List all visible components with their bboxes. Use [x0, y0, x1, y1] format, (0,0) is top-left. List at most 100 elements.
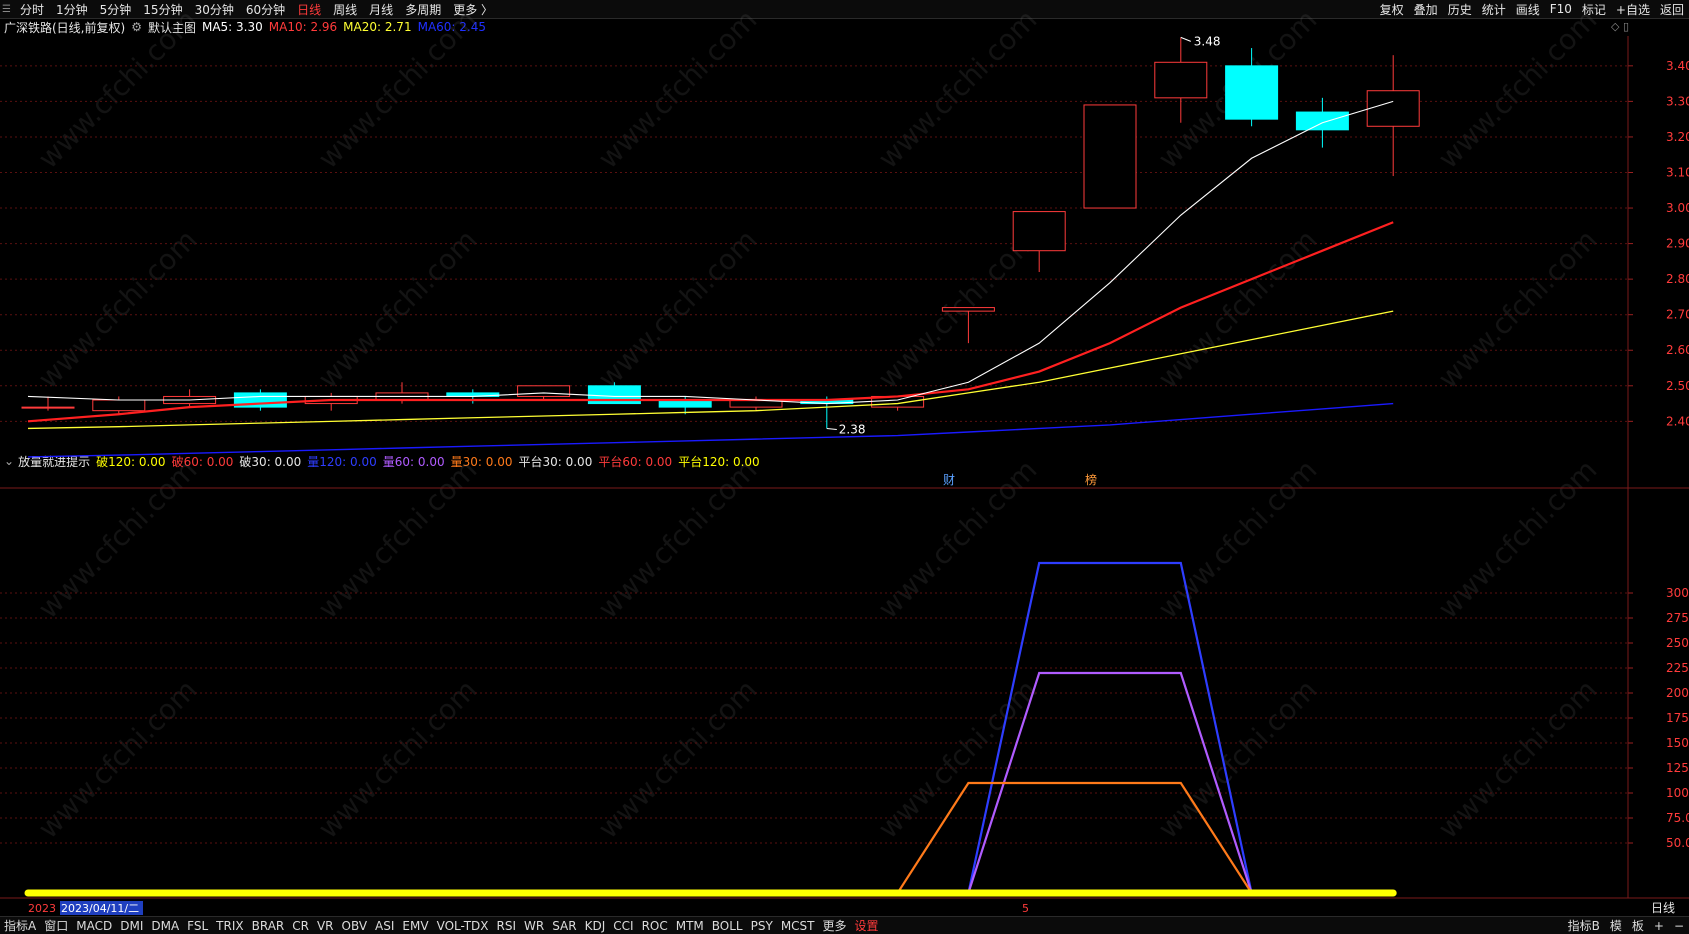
- price-tick-label: 3.10: [1666, 165, 1689, 179]
- candle-body-down: [1225, 65, 1279, 120]
- indicator-tab-3[interactable]: DMI: [116, 919, 147, 933]
- indicator-tabs: 指标A 窗口 MACD DMI DMA FSL TRIX BRAR CR VR OBV ASI EMV V…: [0, 917, 883, 934]
- bang-marker[interactable]: 榜: [1085, 472, 1097, 487]
- candle-body-up: [1083, 104, 1137, 209]
- indicator-tick-label: 250.0: [1666, 636, 1689, 650]
- high-price-label: 3.48: [1194, 34, 1221, 48]
- bottom-right-tab-3[interactable]: +: [1649, 919, 1669, 933]
- indicator-tick-label: 125.0: [1666, 761, 1689, 775]
- indicator-tab-7[interactable]: BRAR: [248, 919, 289, 933]
- indicator-tick-label: 275.0: [1666, 611, 1689, 625]
- indicator-tab-24[interactable]: 更多: [819, 917, 851, 934]
- cai-marker[interactable]: 财: [943, 473, 955, 487]
- watermark-text: www.cfchi.com: [592, 673, 764, 845]
- indicator-tab-23[interactable]: MCST: [777, 919, 819, 933]
- watermark-text: www.cfchi.com: [312, 673, 484, 845]
- bottom-right-tab-0[interactable]: 指标B: [1563, 917, 1605, 934]
- indicator-tick-label: 150.0: [1666, 736, 1689, 750]
- watermark-text: www.cfchi.com: [592, 223, 764, 395]
- indicator-tick-label: 50.0: [1666, 836, 1689, 850]
- candle-body-up: [1012, 211, 1066, 252]
- price-tick-label: 2.90: [1666, 237, 1689, 251]
- indicator-tab-12[interactable]: EMV: [398, 919, 432, 933]
- watermark-text: www.cfchi.com: [1432, 673, 1604, 845]
- indicator-tab-21[interactable]: BOLL: [708, 919, 747, 933]
- price-tick-label: 2.70: [1666, 308, 1689, 322]
- watermark-text: www.cfchi.com: [1432, 223, 1604, 395]
- candle-body-up: [1366, 90, 1420, 127]
- bottom-right-tab-4[interactable]: −: [1669, 919, 1689, 933]
- price-tick-label: 3.30: [1666, 94, 1689, 108]
- high-marker: [1180, 36, 1191, 42]
- watermark-text: www.cfchi.com: [872, 673, 1044, 845]
- period-label: 日线: [1651, 901, 1675, 915]
- price-tick-label: 2.80: [1666, 272, 1689, 286]
- bottom-indicator-bar: 指标A 窗口 MACD DMI DMA FSL TRIX BRAR CR VR OBV ASI EMV V…: [0, 916, 1689, 934]
- bottom-right-tab-1[interactable]: 模: [1605, 917, 1627, 934]
- indicator-tab-15[interactable]: WR: [520, 919, 548, 933]
- indicator-tab-17[interactable]: KDJ: [581, 919, 610, 933]
- indicator-tab-8[interactable]: CR: [288, 919, 313, 933]
- indicator-tab-11[interactable]: ASI: [371, 919, 398, 933]
- month-marker: 5: [1022, 902, 1029, 915]
- indicator-tab-25[interactable]: 设置: [851, 917, 883, 934]
- indicator-tab-22[interactable]: PSY: [747, 919, 777, 933]
- price-tick-label: 2.40: [1666, 414, 1689, 428]
- price-tick-label: 3.00: [1666, 201, 1689, 215]
- indicator-tab-14[interactable]: RSI: [493, 919, 521, 933]
- indicator-tick-label: 300.0: [1666, 586, 1689, 600]
- indicator-tab-19[interactable]: ROC: [638, 919, 672, 933]
- candle-body-up: [1154, 61, 1208, 99]
- indicator-tab-5[interactable]: FSL: [183, 919, 212, 933]
- indicator-tick-label: 200.0: [1666, 686, 1689, 700]
- watermark-text: www.cfchi.com: [312, 453, 484, 625]
- indicator-tick-label: 225.0: [1666, 661, 1689, 675]
- indicator-tab-9[interactable]: VR: [313, 919, 338, 933]
- candle-body-up: [517, 385, 571, 397]
- indicator-axis: 50.0 75.0 100.0 125.0 150.0 175.0 200.0 225.0 25…: [1628, 586, 1689, 850]
- indicator-tab-20[interactable]: MTM: [672, 919, 708, 933]
- indicator-tab-2[interactable]: MACD: [72, 919, 116, 933]
- watermark-text: www.cfchi.com: [312, 223, 484, 395]
- price-tick-label: 3.40: [1666, 59, 1689, 73]
- price-tick-label: 2.60: [1666, 343, 1689, 357]
- watermark-text: www.cfchi.com: [312, 3, 484, 175]
- watermark-text: www.cfchi.com: [592, 453, 764, 625]
- indicator-tick-label: 175.0: [1666, 711, 1689, 725]
- watermark-text: www.cfchi.com: [872, 453, 1044, 625]
- chart-canvas: www.cfchi.com www.cfchi.com www.cfchi.com w…: [0, 3, 1689, 915]
- indicator-tab-18[interactable]: CCI: [609, 919, 637, 933]
- watermark: www.cfchi.com www.cfchi.com www.cfchi.com w…: [32, 3, 1604, 845]
- bottom-right-tab-2[interactable]: 板: [1627, 917, 1649, 934]
- indicator-tab-1[interactable]: 窗口: [40, 917, 72, 934]
- candle-body-up: [21, 406, 75, 409]
- watermark-text: www.cfchi.com: [32, 673, 204, 845]
- watermark-text: www.cfchi.com: [872, 3, 1044, 175]
- candle-body-down: [1295, 111, 1349, 131]
- indicator-tab-0[interactable]: 指标A: [0, 917, 40, 934]
- price-tick-label: 2.50: [1666, 379, 1689, 393]
- main-price-axis: 2.40 2.50 2.60 2.70 2.80 2.90 3.00 3.10 3.20 3.30…: [1628, 59, 1689, 428]
- watermark-text: www.cfchi.com: [32, 3, 204, 175]
- indicator-tab-16[interactable]: SAR: [548, 919, 580, 933]
- indicator-tab-4[interactable]: DMA: [147, 919, 183, 933]
- bottom-right-tabs: 指标B 模板 + −: [1563, 917, 1689, 934]
- indicator-series-line-2: [48, 781, 1394, 895]
- watermark-text: www.cfchi.com: [32, 223, 204, 395]
- indicator-tab-13[interactable]: VOL-TDX: [433, 919, 493, 933]
- candle-body-up: [941, 307, 995, 312]
- indicator-tick-label: 75.0: [1666, 811, 1689, 825]
- watermark-text: www.cfchi.com: [1152, 673, 1324, 845]
- time-axis: 2023 2023/04/11/二 5 日线: [28, 901, 1675, 915]
- watermark-text: www.cfchi.com: [1432, 453, 1604, 625]
- watermark-text: www.cfchi.com: [592, 3, 764, 175]
- indicator-tab-6[interactable]: TRIX: [212, 919, 247, 933]
- candle-body-up: [92, 399, 146, 412]
- price-tick-label: 3.20: [1666, 130, 1689, 144]
- low-marker: [826, 427, 837, 430]
- watermark-text: www.cfchi.com: [32, 453, 204, 625]
- indicator-tab-10[interactable]: OBV: [338, 919, 372, 933]
- low-price-label: 2.38: [839, 422, 866, 436]
- indicator-grid: [0, 592, 1628, 844]
- watermark-text: www.cfchi.com: [1432, 3, 1604, 175]
